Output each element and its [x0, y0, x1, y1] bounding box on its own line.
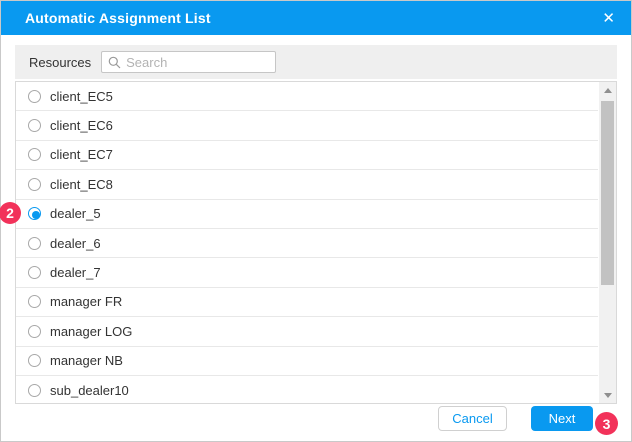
- list-item[interactable]: dealer_5: [16, 200, 598, 229]
- resource-label: sub_dealer10: [50, 383, 129, 398]
- list-item[interactable]: manager NB: [16, 347, 598, 376]
- step-2-badge: 2: [0, 202, 21, 224]
- resource-rows: client_EC5 client_EC6 client_EC7 client_…: [16, 82, 616, 404]
- dialog-titlebar: Automatic Assignment List ✕: [1, 1, 631, 35]
- radio-icon[interactable]: [28, 295, 41, 308]
- radio-icon[interactable]: [28, 178, 41, 191]
- list-item[interactable]: dealer_7: [16, 258, 598, 287]
- resource-label: client_EC5: [50, 89, 113, 104]
- scroll-up-button[interactable]: [599, 82, 616, 98]
- search-icon: [108, 56, 121, 69]
- resource-label: client_EC7: [50, 147, 113, 162]
- list-item[interactable]: client_EC5: [16, 82, 598, 111]
- search-box[interactable]: [101, 51, 276, 73]
- list-item[interactable]: client_EC7: [16, 141, 598, 170]
- dialog-footer: Cancel Next 3: [438, 406, 593, 431]
- resource-label: manager FR: [50, 294, 122, 309]
- resource-label: client_EC6: [50, 118, 113, 133]
- radio-icon[interactable]: [28, 90, 41, 103]
- dialog-title: Automatic Assignment List: [25, 10, 602, 26]
- resource-label: dealer_5: [50, 206, 101, 221]
- radio-icon[interactable]: [28, 148, 41, 161]
- scroll-down-button[interactable]: [599, 387, 616, 403]
- resource-label: manager NB: [50, 353, 123, 368]
- resource-label: dealer_7: [50, 265, 101, 280]
- scrollbar[interactable]: [599, 82, 616, 403]
- radio-icon[interactable]: [28, 207, 41, 220]
- list-item[interactable]: manager FR: [16, 288, 598, 317]
- radio-icon[interactable]: [28, 237, 41, 250]
- radio-icon[interactable]: [28, 354, 41, 367]
- scrollbar-thumb[interactable]: [601, 101, 614, 285]
- step-3-badge: 3: [595, 412, 618, 435]
- radio-icon[interactable]: [28, 384, 41, 397]
- list-item[interactable]: client_EC6: [16, 111, 598, 140]
- radio-icon[interactable]: [28, 325, 41, 338]
- list-item[interactable]: dealer_6: [16, 229, 598, 258]
- radio-icon[interactable]: [28, 266, 41, 279]
- close-icon[interactable]: ✕: [602, 11, 615, 26]
- resource-label: dealer_6: [50, 236, 101, 251]
- scroll-down-arrow-icon: [604, 393, 612, 398]
- list-item[interactable]: manager LOG: [16, 317, 598, 346]
- next-button[interactable]: Next 3: [531, 406, 593, 431]
- scroll-up-arrow-icon: [604, 88, 612, 93]
- resource-label: manager LOG: [50, 324, 132, 339]
- search-label: Resources: [29, 55, 91, 70]
- list-item[interactable]: sub_dealer10: [16, 376, 598, 404]
- cancel-button[interactable]: Cancel: [438, 406, 507, 431]
- resource-list: client_EC5 client_EC6 client_EC7 client_…: [15, 81, 617, 404]
- next-button-label: Next: [549, 411, 576, 426]
- radio-icon[interactable]: [28, 119, 41, 132]
- search-input[interactable]: [126, 55, 269, 70]
- resource-label: client_EC8: [50, 177, 113, 192]
- automatic-assignment-dialog: Automatic Assignment List ✕ Resources cl…: [0, 0, 632, 442]
- search-bar: Resources: [15, 45, 617, 79]
- list-item[interactable]: client_EC8: [16, 170, 598, 199]
